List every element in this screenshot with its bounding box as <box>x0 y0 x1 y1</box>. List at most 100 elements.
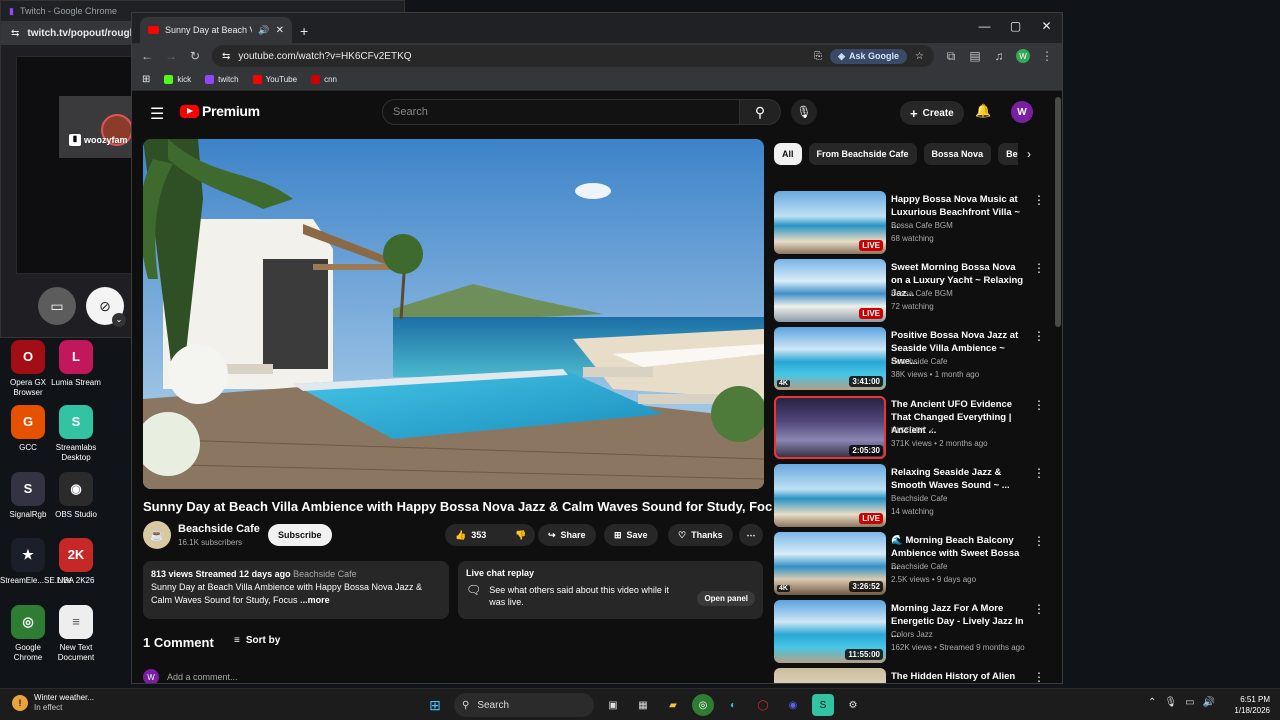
video-thumbnail[interactable]: LIVE <box>774 463 886 527</box>
chrome-taskbar-icon[interactable]: ◎ <box>692 694 714 716</box>
more-vertical-icon[interactable]: ⋮ <box>1033 261 1045 275</box>
windows-start-icon[interactable]: ⊞ <box>424 694 446 716</box>
file-explorer-icon[interactable]: ▰ <box>662 694 684 716</box>
thanks-button[interactable]: ♡ Thanks <box>668 524 733 546</box>
recommended-video[interactable]: LIVE Happy Bossa Nova Music at Luxurious … <box>774 191 1046 255</box>
more-vertical-icon[interactable]: ⋮ <box>1033 398 1045 412</box>
dislike-button[interactable]: 👎 <box>505 524 535 546</box>
notifications-bell-icon[interactable]: 🔔 <box>975 103 991 119</box>
address-bar[interactable]: ⇆ youtube.com/watch?v=HK6CFv2ETKQ ⎘ ◈ As… <box>212 45 934 67</box>
bookmark-cnn[interactable]: cnn <box>311 75 337 84</box>
save-button[interactable]: ⊞ Save <box>604 524 658 546</box>
install-app-icon[interactable]: ⎘ <box>814 51 822 62</box>
profile-avatar[interactable]: W <box>1016 49 1030 63</box>
streamer-thumbnail[interactable]: ▮ woozyfam <box>59 96 133 158</box>
recommended-channel[interactable]: Beachside Cafe <box>891 494 947 503</box>
recommended-channel[interactable]: Colors Jazz <box>891 630 933 639</box>
more-vertical-icon[interactable]: ⋮ <box>1033 534 1045 548</box>
new-tab-button[interactable]: + <box>300 23 308 39</box>
subscribe-button[interactable]: Subscribe <box>268 524 332 546</box>
media-controls-icon[interactable]: ♫ <box>992 49 1006 63</box>
desktop-icon[interactable]: ≡ New Text Document <box>48 605 104 663</box>
share-button[interactable]: ↪ Share <box>538 524 596 546</box>
edge-icon[interactable]: ◐ <box>722 694 744 716</box>
recommended-video[interactable]: 2:05:30 The Ancient UFO Evidence That Cha… <box>774 395 1046 460</box>
channel-avatar[interactable]: ☕ <box>143 521 171 549</box>
recommended-video[interactable]: The Hidden History of Alien Wars *Marath… <box>774 668 1046 683</box>
recommended-video[interactable]: 3:26:52 4K 🌊 Morning Beach Balcony Ambienc… <box>774 532 1046 596</box>
bookmark-youtube[interactable]: YouTube <box>252 75 297 84</box>
settings-gear-icon[interactable]: ⚙ <box>842 694 864 716</box>
recommended-video[interactable]: LIVE Relaxing Seaside Jazz & Smooth Waves… <box>774 463 1046 528</box>
open-panel-button[interactable]: Open panel <box>697 591 755 606</box>
more-vertical-icon[interactable]: ⋮ <box>1033 329 1045 343</box>
screen-share-button[interactable]: ▭ <box>38 287 76 325</box>
tray-overflow-icon[interactable]: ⌃ <box>1148 697 1156 708</box>
sort-by-button[interactable]: ≡ Sort by <box>234 635 280 646</box>
video-thumbnail[interactable] <box>774 668 886 683</box>
add-comment-row[interactable]: W Add a comment... <box>143 669 238 683</box>
close-window-icon[interactable]: ✕ <box>1031 19 1062 33</box>
more-vertical-icon[interactable]: ⋮ <box>1033 193 1045 207</box>
mic-tray-icon[interactable]: 🎙 <box>1164 697 1177 708</box>
voice-search-button[interactable]: 🎙 <box>791 99 817 125</box>
video-thumbnail[interactable]: 2:05:30 <box>774 395 886 459</box>
filter-chip[interactable]: All <box>774 143 802 165</box>
video-thumbnail[interactable]: LIVE <box>774 259 886 323</box>
video-thumbnail[interactable]: LIVE <box>774 191 886 254</box>
side-panel-icon[interactable]: ▤ <box>968 49 982 63</box>
channel-name[interactable]: Beachside Cafe <box>178 523 260 535</box>
recommended-channel[interactable]: Beachside Cafe <box>891 357 947 366</box>
more-actions-button[interactable]: ⋯ <box>739 524 763 546</box>
reload-icon[interactable]: ↻ <box>188 49 202 63</box>
recommended-video[interactable]: LIVE Sweet Morning Bossa Nova on a Luxury… <box>774 259 1046 323</box>
filter-chip[interactable]: Bossa Nova <box>923 143 992 165</box>
bookmark-kick[interactable]: kick <box>164 75 191 84</box>
more-vertical-icon[interactable]: ⋮ <box>1033 466 1045 480</box>
tab-close-icon[interactable]: ✕ <box>276 25 284 36</box>
site-info-icon[interactable]: ⇆ <box>222 51 230 62</box>
video-thumbnail[interactable]: 3:26:52 4K <box>774 532 886 595</box>
search-input[interactable]: Search <box>382 99 740 125</box>
url-text[interactable]: youtube.com/watch?v=HK6CFv2ETKQ <box>238 51 806 62</box>
clock[interactable]: 6:51 PM 1/18/2026 <box>1226 694 1270 716</box>
tab-youtube[interactable]: Sunny Day at Beach Villa Ambience 🔊 ✕ <box>140 17 292 43</box>
youtube-logo[interactable]: Premium <box>180 103 260 119</box>
recommended-channel[interactable]: Beachside Cafe <box>891 562 947 571</box>
recommended-video[interactable]: 11:55:00 Morning Jazz For A More Energeti… <box>774 600 1046 664</box>
page-scrollbar[interactable] <box>1055 97 1061 677</box>
site-settings-icon[interactable]: ⇆ <box>11 28 19 39</box>
video-thumbnail[interactable]: 11:55:00 <box>774 600 886 664</box>
more-vertical-icon[interactable]: ⋮ <box>1033 670 1045 683</box>
bookmark-star-icon[interactable]: ☆ <box>915 51 924 62</box>
discord-icon[interactable]: ◉ <box>782 694 804 716</box>
extensions-icon[interactable]: ⧉ <box>944 49 958 64</box>
recommended-channel[interactable]: Bossa Cafe BGM <box>891 221 953 230</box>
desktop-icon[interactable]: S Streamlabs Desktop <box>48 405 104 463</box>
chrome-menu-icon[interactable]: ⋮ <box>1040 49 1054 63</box>
camera-options-icon[interactable]: ⌄ <box>112 313 126 327</box>
network-icon[interactable]: ▭ <box>1185 697 1194 708</box>
apps-grid-icon[interactable]: ⊞ <box>142 74 150 85</box>
taskbar-search[interactable]: ⚲ Search <box>454 693 594 717</box>
chips-next-button[interactable]: › <box>1018 143 1040 165</box>
video-thumbnail[interactable]: 3:41:00 4K <box>774 327 886 391</box>
add-comment-input[interactable]: Add a comment... <box>167 672 238 682</box>
recommended-channel[interactable]: HISTORY ✓ <box>891 426 935 435</box>
scrollbar-thumb[interactable] <box>1055 97 1061 327</box>
desktop-icon[interactable]: L Lumia Stream <box>48 340 104 388</box>
more-vertical-icon[interactable]: ⋮ <box>1033 602 1045 616</box>
bookmark-twitch[interactable]: twitch <box>205 75 239 84</box>
back-icon[interactable]: ← <box>140 49 154 63</box>
task-view-icon[interactable]: ▣ <box>602 694 624 716</box>
recommended-channel[interactable]: Bossa Cafe BGM <box>891 289 953 298</box>
weather-widget[interactable]: ! Winter weather... In effect <box>12 693 94 713</box>
like-button[interactable]: 👍 353 <box>445 524 505 546</box>
widgets-icon[interactable]: ▦ <box>632 694 654 716</box>
description-tag[interactable]: Beachside Cafe <box>293 569 357 579</box>
recommended-video[interactable]: 3:41:00 4K Positive Bossa Nova Jazz at Sea… <box>774 327 1046 391</box>
video-player[interactable] <box>143 139 764 489</box>
description-box[interactable]: 813 views Streamed 12 days ago Beachside… <box>143 561 449 619</box>
ask-google-button[interactable]: ◈ Ask Google <box>830 48 908 64</box>
maximize-icon[interactable]: ▢ <box>1000 19 1031 33</box>
